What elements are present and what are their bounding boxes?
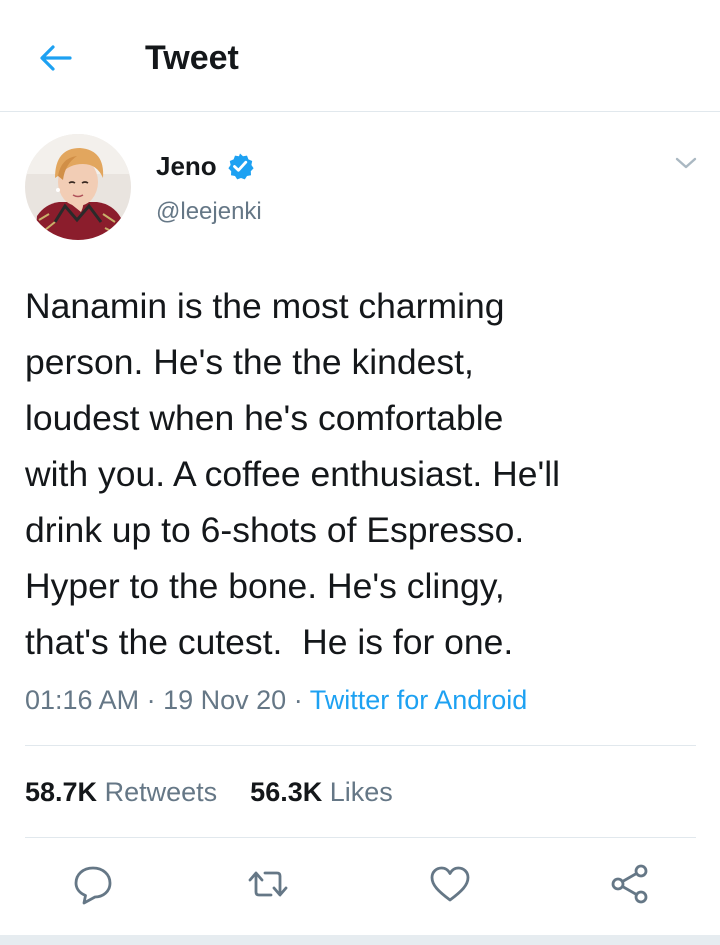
tweet-text-line: Hyper to the bone. He's clingy, (25, 566, 505, 606)
chevron-down-icon (675, 157, 697, 169)
retweets-count: 58.7K (25, 777, 98, 807)
author-name-row[interactable]: Jeno (156, 148, 254, 184)
avatar[interactable] (25, 134, 131, 240)
author-name: Jeno (156, 151, 217, 181)
tweet-text-line: drink up to 6-shots of Espresso. (25, 510, 525, 550)
page-title: Tweet (145, 39, 239, 77)
share-icon (611, 864, 648, 904)
like-icon (430, 866, 470, 902)
retweet-button[interactable] (246, 862, 290, 906)
tweet-date: 19 Nov 20 (163, 685, 287, 715)
tweet-text: Nanamin is the most charming person. He'… (25, 278, 715, 670)
more-options-button[interactable] (672, 152, 700, 174)
tweet-metadata: 01:16 AM · 19 Nov 20 · Twitter for Andro… (25, 683, 527, 717)
engagement-stats: 58.7K Retweets 56.3K Likes (25, 775, 393, 809)
share-button[interactable] (608, 862, 652, 906)
tweet-text-line: that's the cutest. He is for one. (25, 622, 514, 662)
like-button[interactable] (428, 862, 472, 906)
likes-label: Likes (329, 777, 393, 807)
retweets-stat[interactable]: 58.7K Retweets (25, 777, 217, 807)
verified-badge-icon (228, 153, 254, 180)
tweet-text-line: person. He's the the kindest, (25, 342, 474, 382)
reply-icon (74, 866, 112, 905)
arrow-left-icon (40, 45, 72, 71)
divider (25, 745, 696, 746)
divider (25, 837, 696, 838)
meta-separator: · (293, 685, 310, 715)
meta-separator: · (146, 685, 164, 715)
tweet-text-line: Nanamin is the most charming (25, 286, 505, 326)
reply-button[interactable] (71, 862, 115, 906)
tweet-source-link[interactable]: Twitter for Android (310, 685, 528, 715)
tweet-text-line: loudest when he's comfortable (25, 398, 504, 438)
likes-count: 56.3K (250, 777, 323, 807)
tweet-time: 01:16 AM (25, 685, 140, 715)
back-button[interactable] (36, 38, 76, 78)
section-separator (0, 935, 720, 945)
likes-stat[interactable]: 56.3K Likes (250, 777, 393, 807)
retweet-icon (248, 871, 288, 897)
author-handle[interactable]: @leejenki (156, 197, 262, 227)
tweet-text-line: with you. A coffee enthusiast. He'll (25, 454, 560, 494)
top-bar: Tweet (0, 0, 720, 112)
retweets-label: Retweets (104, 777, 218, 807)
